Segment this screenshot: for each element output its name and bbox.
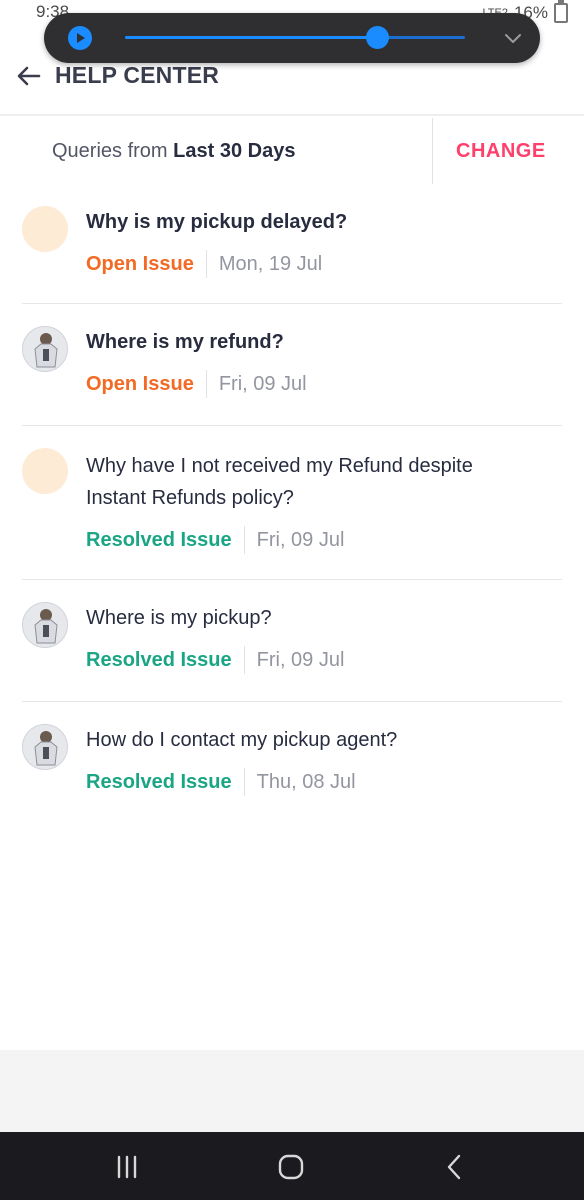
list-item[interactable]: Where is my pickup? Resolved Issue Fri, … <box>0 580 584 702</box>
back-chevron-icon <box>447 1154 461 1180</box>
meta-divider <box>243 768 245 796</box>
tshirt-photo-icon <box>23 603 67 647</box>
status-badge: Open Issue <box>86 372 194 395</box>
query-meta: Open Issue Fri, 09 Jul <box>86 370 307 398</box>
tshirt-photo-icon <box>23 327 67 371</box>
query-title: Why is my pickup delayed? <box>86 211 348 233</box>
filter-divider <box>432 118 433 184</box>
avatar <box>22 724 68 770</box>
page-title: HELP CENTER <box>55 62 220 88</box>
tshirt-photo-icon <box>23 725 67 769</box>
media-player-overlay <box>44 13 540 63</box>
back-button[interactable] <box>14 61 44 91</box>
query-list: Why is my pickup delayed? Open Issue Mon… <box>0 184 584 824</box>
meta-divider <box>243 526 245 554</box>
query-meta: Resolved Issue Fri, 09 Jul <box>86 646 344 674</box>
recents-icon <box>117 1155 137 1179</box>
query-title: Where is my pickup? <box>86 607 272 629</box>
avatar <box>22 448 68 494</box>
bottom-spacer <box>0 1050 584 1132</box>
filter-range: Last 30 Days <box>173 140 296 162</box>
status-badge: Resolved Issue <box>86 528 232 551</box>
status-badge: Open Issue <box>86 252 194 275</box>
play-icon <box>77 33 85 43</box>
query-date: Fri, 09 Jul <box>256 648 345 671</box>
query-title: Where is my refund? <box>86 331 284 353</box>
list-item[interactable]: Where is my refund? Open Issue Fri, 09 J… <box>0 304 584 426</box>
list-item[interactable]: Why is my pickup delayed? Open Issue Mon… <box>0 184 584 304</box>
meta-divider <box>243 646 245 674</box>
back-nav-button[interactable] <box>440 1152 470 1182</box>
seek-bar[interactable] <box>125 26 465 49</box>
recents-button[interactable] <box>112 1152 142 1182</box>
header-divider <box>0 114 584 116</box>
query-filter-bar: Queries from Last 30 Days CHANGE <box>0 118 584 184</box>
avatar <box>22 206 68 252</box>
list-item[interactable]: How do I contact my pickup agent? Resolv… <box>0 702 584 824</box>
seek-bar-thumb[interactable] <box>365 26 389 49</box>
chevron-down-icon <box>505 34 521 43</box>
query-title: Why have I not received my Refund despit… <box>86 455 473 509</box>
query-date: Thu, 08 Jul <box>256 770 356 793</box>
play-button[interactable] <box>68 26 92 50</box>
query-title: How do I contact my pickup agent? <box>86 729 398 751</box>
list-item[interactable]: Why have I not received my Refund despit… <box>0 426 584 580</box>
arrow-left-icon <box>17 66 41 86</box>
meta-divider <box>205 250 207 278</box>
query-date: Fri, 09 Jul <box>256 528 345 551</box>
avatar <box>22 602 68 648</box>
query-meta: Resolved Issue Thu, 08 Jul <box>86 768 356 796</box>
change-button[interactable]: CHANGE <box>456 140 546 163</box>
seek-bar-fill <box>125 36 377 39</box>
query-meta: Open Issue Mon, 19 Jul <box>86 250 322 278</box>
query-date: Mon, 19 Jul <box>218 252 323 275</box>
meta-divider <box>205 370 207 398</box>
collapse-button[interactable] <box>502 27 524 49</box>
battery-icon <box>554 0 568 23</box>
avatar <box>22 326 68 372</box>
query-date: Fri, 09 Jul <box>218 372 307 395</box>
home-icon <box>278 1154 304 1180</box>
home-button[interactable] <box>276 1152 306 1182</box>
query-meta: Resolved Issue Fri, 09 Jul <box>86 526 344 554</box>
filter-label: Queries from Last 30 Days <box>52 140 295 163</box>
status-badge: Resolved Issue <box>86 648 232 671</box>
status-badge: Resolved Issue <box>86 770 232 793</box>
filter-prefix: Queries from <box>52 140 174 162</box>
system-nav-bar <box>0 1132 584 1200</box>
